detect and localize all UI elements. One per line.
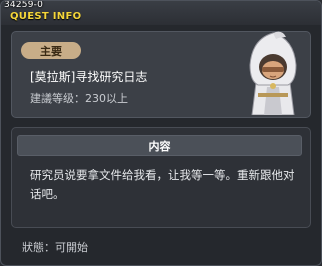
content-header: 内容 [17,135,302,156]
quest-name: [莫拉斯]寻找研究日志 [30,70,148,84]
level-requirement: 建議等级：230以上 [30,92,128,105]
window-title: QUEST INFO [10,11,82,22]
quest-type-badge: 主要 [21,42,81,59]
npc-portrait-icon [238,31,308,116]
quest-info-window: 34259-0 QUEST INFO 主要 [莫拉斯]寻找研究日志 建議等级：2… [0,0,322,266]
content-text: 研究员说要拿文件给我看，让我等一等。重新跟他对话吧。 [30,168,295,201]
quest-id: 34259-0 [4,0,44,10]
quest-status: 狀態：可開始 [22,241,88,254]
